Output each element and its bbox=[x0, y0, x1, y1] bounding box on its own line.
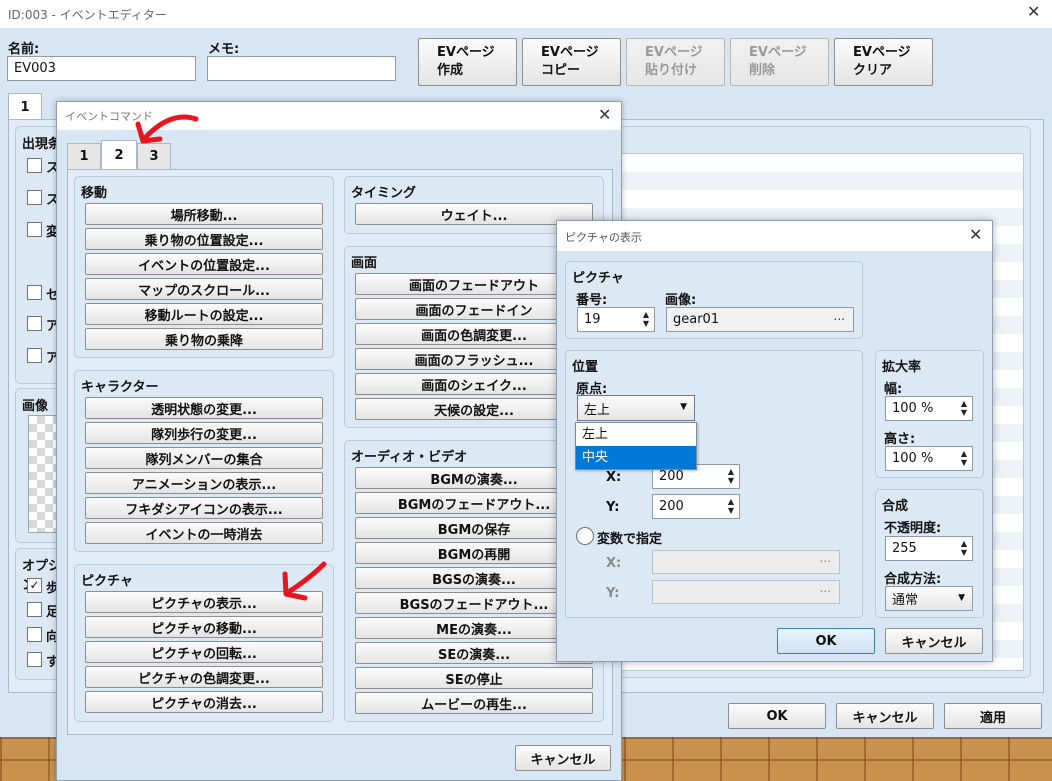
picture-panel-title: ピクチャ bbox=[572, 271, 624, 286]
width-label: 幅: bbox=[884, 382, 903, 397]
variable-label: 変数で指定 bbox=[597, 532, 663, 547]
arrow-to-show-picture-icon bbox=[284, 561, 327, 596]
image-label: 画像: bbox=[665, 293, 697, 308]
x-value: 200 bbox=[659, 469, 684, 484]
number-spinner[interactable]: 19 ▲ ▼ bbox=[577, 307, 655, 332]
ellipsis-icon[interactable]: ··· bbox=[820, 554, 831, 568]
opacity-spinner[interactable]: 255 ▲ ▼ bbox=[885, 536, 973, 561]
width-spinner[interactable]: 100 % ▲ ▼ bbox=[885, 396, 973, 421]
height-spinner[interactable]: 100 % ▲ ▼ bbox=[885, 446, 973, 471]
image-value: gear01 bbox=[673, 312, 720, 327]
arrow-to-tab-2-icon bbox=[140, 114, 199, 143]
blend-panel-title: 合成 bbox=[882, 499, 909, 514]
origin-option-center[interactable]: 中央 bbox=[576, 446, 696, 469]
scale-panel-title: 拡大率 bbox=[882, 360, 922, 375]
spin-arrows-icon[interactable]: ▲ ▼ bbox=[725, 467, 737, 485]
ellipsis-icon[interactable]: ··· bbox=[820, 584, 831, 598]
var-y-field[interactable]: ··· bbox=[652, 580, 840, 604]
number-label: 番号: bbox=[576, 293, 608, 308]
origin-select[interactable]: 左上 ▼ bbox=[577, 395, 695, 421]
chevron-down-icon: ▼ bbox=[958, 593, 965, 603]
height-value: 100 % bbox=[892, 451, 934, 466]
x-label: X: bbox=[606, 470, 622, 485]
width-value: 100 % bbox=[892, 401, 934, 416]
opacity-label: 不透明度: bbox=[884, 521, 942, 536]
opacity-value: 255 bbox=[892, 541, 917, 556]
pic-cancel-button[interactable]: キャンセル bbox=[885, 628, 983, 654]
ellipsis-icon[interactable]: ··· bbox=[834, 312, 845, 326]
y-spinner[interactable]: 200 ▲ ▼ bbox=[652, 494, 740, 519]
origin-value: 左上 bbox=[584, 402, 611, 418]
blend-mode-value: 通常 bbox=[892, 593, 919, 608]
origin-option-top-left[interactable]: 左上 bbox=[576, 423, 696, 446]
close-icon[interactable]: ✕ bbox=[969, 225, 982, 244]
pic-ok-button[interactable]: OK bbox=[777, 628, 875, 654]
image-selector[interactable]: gear01 ··· bbox=[666, 307, 854, 332]
height-label: 高さ: bbox=[884, 432, 916, 447]
spin-arrows-icon[interactable]: ▲ ▼ bbox=[958, 399, 970, 417]
var-x-label: X: bbox=[606, 556, 622, 571]
spin-arrows-icon[interactable]: ▲ ▼ bbox=[725, 497, 737, 515]
pic-dialog-title: ピクチャの表示 bbox=[565, 231, 642, 244]
chevron-down-icon: ▼ bbox=[680, 402, 687, 412]
show-picture-dialog: ピクチャの表示 ✕ ピクチャ 番号: 19 ▲ ▼ 画像: gear01 ··· … bbox=[556, 220, 993, 662]
scale-panel: 拡大率 幅: 100 % ▲ ▼ 高さ: 100 % ▲ ▼ bbox=[875, 350, 984, 478]
spin-arrows-icon[interactable]: ▲ ▼ bbox=[640, 310, 652, 328]
y-value: 200 bbox=[659, 499, 684, 514]
blend-mode-label: 合成方法: bbox=[884, 572, 942, 587]
blend-mode-select[interactable]: 通常 ▼ bbox=[885, 586, 973, 611]
picture-panel: ピクチャ 番号: 19 ▲ ▼ 画像: gear01 ··· bbox=[565, 261, 863, 339]
number-value: 19 bbox=[584, 312, 601, 327]
position-panel: 位置 原点: 左上 ▼ X: 200 ▲ ▼ Y: 200 ▲ ▼ 変数で指定 X:… bbox=[565, 350, 863, 618]
blend-panel: 合成 不透明度: 255 ▲ ▼ 合成方法: 通常 ▼ bbox=[875, 489, 984, 618]
origin-dropdown-list: 左上 中央 bbox=[575, 422, 697, 470]
var-x-field[interactable]: ··· bbox=[652, 550, 840, 574]
variable-radio[interactable] bbox=[576, 527, 594, 545]
var-y-label: Y: bbox=[606, 586, 620, 601]
pic-title-bar: ピクチャの表示 ✕ bbox=[557, 221, 992, 251]
spin-arrows-icon[interactable]: ▲ ▼ bbox=[958, 539, 970, 557]
position-panel-title: 位置 bbox=[572, 360, 599, 375]
spin-arrows-icon[interactable]: ▲ ▼ bbox=[958, 449, 970, 467]
y-label: Y: bbox=[606, 500, 620, 515]
